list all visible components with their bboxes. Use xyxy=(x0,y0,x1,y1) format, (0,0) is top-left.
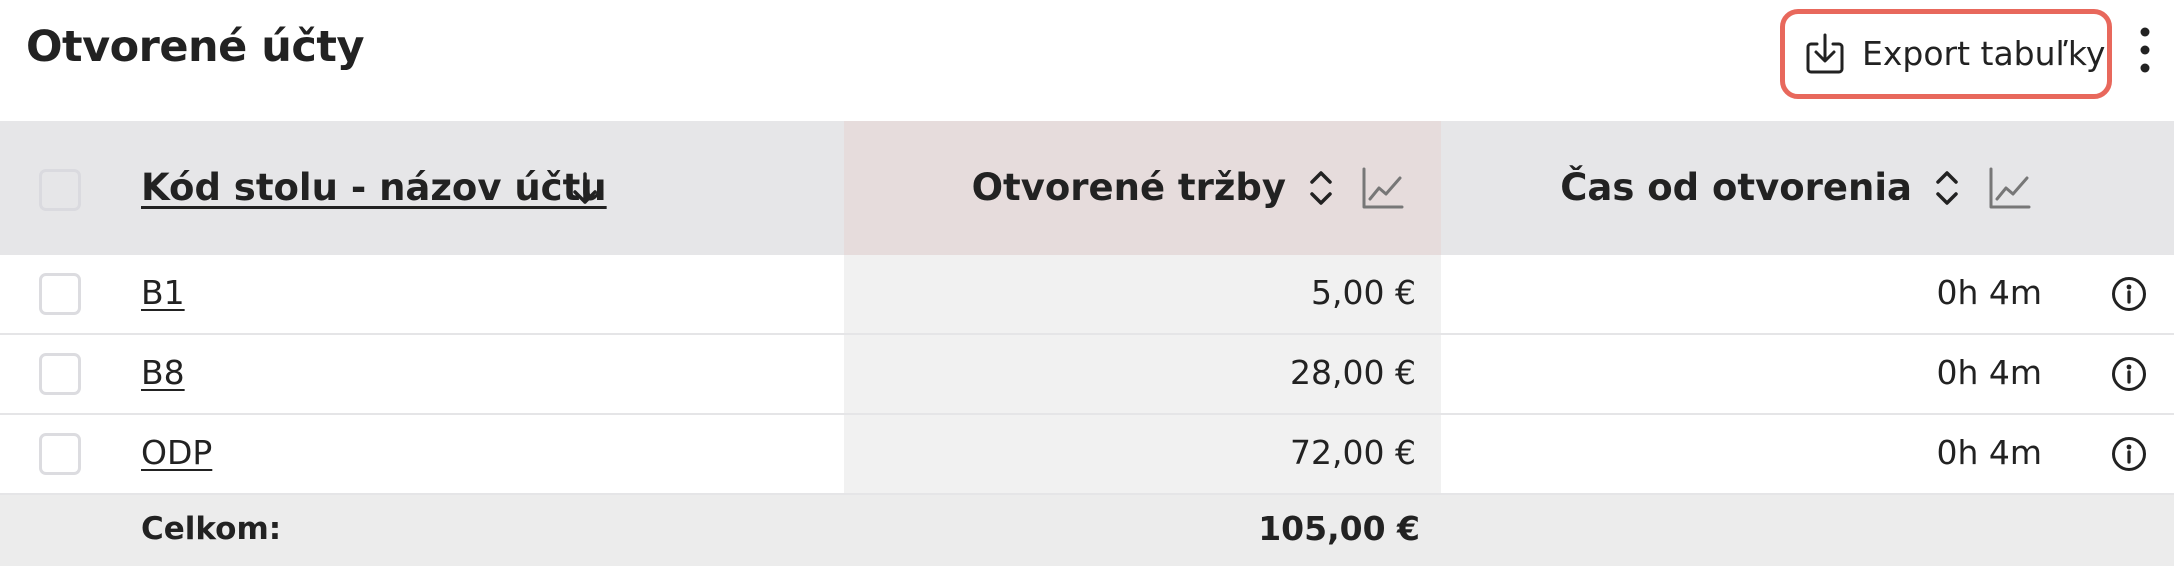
bill-name-link[interactable]: B8 xyxy=(141,353,185,392)
info-icon[interactable] xyxy=(2110,355,2148,393)
info-icon[interactable] xyxy=(2110,435,2148,473)
table-row: B1 5,00 € 0h 4m xyxy=(0,255,2174,335)
page-title: Otvorené účty xyxy=(26,22,364,72)
revenue-value: 72,00 € xyxy=(1290,433,1416,472)
time-value: 0h 4m xyxy=(1936,273,2042,312)
more-vertical-icon[interactable] xyxy=(2130,22,2160,78)
table-footer-row: Celkom: 105,00 € xyxy=(0,495,2174,566)
export-button-label: Export tabuľky xyxy=(1862,34,2106,73)
revenue-value: 28,00 € xyxy=(1290,353,1416,392)
select-all-checkbox[interactable] xyxy=(39,169,81,211)
sort-icon[interactable] xyxy=(1306,166,1336,210)
arrow-down-icon[interactable] xyxy=(570,166,600,210)
download-icon xyxy=(1806,33,1844,74)
total-label: Celkom: xyxy=(141,511,282,547)
table-row: ODP 72,00 € 0h 4m xyxy=(0,415,2174,495)
time-value: 0h 4m xyxy=(1936,353,2042,392)
line-chart-icon[interactable] xyxy=(1361,166,1405,210)
bill-name-link[interactable]: B1 xyxy=(141,273,185,312)
total-revenue-value: 105,00 € xyxy=(1258,509,1420,548)
export-table-button[interactable]: Export tabuľky xyxy=(1780,9,2112,99)
row-checkbox[interactable] xyxy=(39,433,81,475)
line-chart-icon[interactable] xyxy=(1988,166,2032,210)
revenue-value: 5,00 € xyxy=(1311,273,1416,312)
sort-icon[interactable] xyxy=(1932,166,1962,210)
table-row: B8 28,00 € 0h 4m xyxy=(0,335,2174,415)
info-icon[interactable] xyxy=(2110,275,2148,313)
column-header-name[interactable]: Kód stolu - názov účtu xyxy=(141,166,607,209)
time-value: 0h 4m xyxy=(1936,433,2042,472)
bill-name-link[interactable]: ODP xyxy=(141,433,212,472)
column-header-time[interactable]: Čas od otvorenia xyxy=(1560,166,1912,209)
row-checkbox[interactable] xyxy=(39,273,81,315)
open-bills-table: Kód stolu - názov účtu Otvorené tržby Ča… xyxy=(0,121,2174,566)
page-header: Otvorené účty Export tabuľky xyxy=(0,0,2174,121)
column-header-revenue[interactable]: Otvorené tržby xyxy=(972,166,1286,209)
table-header-row: Kód stolu - názov účtu Otvorené tržby Ča… xyxy=(0,121,2174,255)
row-checkbox[interactable] xyxy=(39,353,81,395)
